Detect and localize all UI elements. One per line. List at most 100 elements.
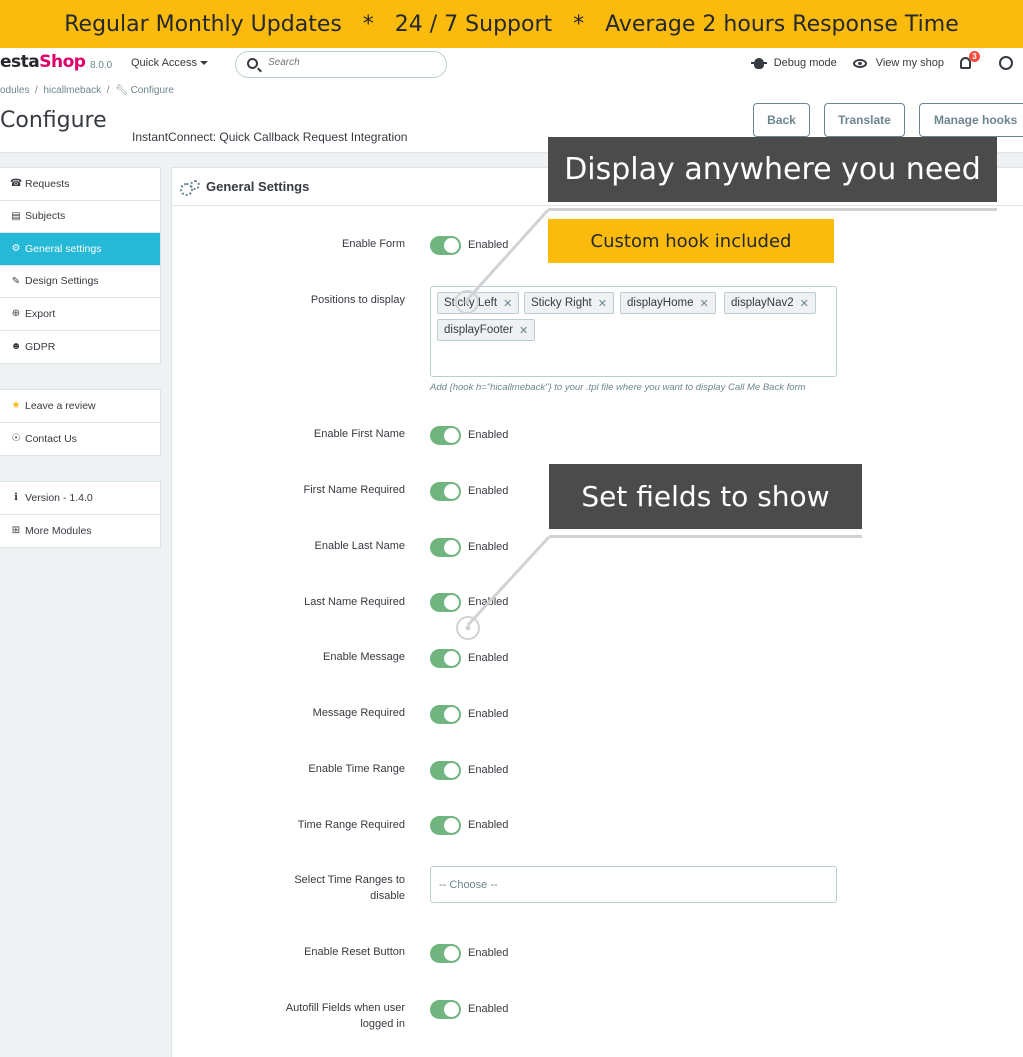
message-required-label: Message Required xyxy=(312,707,405,719)
tag-sticky-left: Sticky Left ✕ xyxy=(437,292,520,314)
phone-icon: ☎ xyxy=(10,178,23,190)
enable-first-name-toggle[interactable] xyxy=(430,426,461,445)
enable-reset-state: Enabled xyxy=(468,947,509,959)
star-icon: ★ xyxy=(11,400,21,412)
sidebar-item-design-settings[interactable]: ✎ Design Settings xyxy=(0,266,160,298)
breadcrumb-current: Configure xyxy=(130,85,174,96)
export-icon: ⊕ xyxy=(11,308,21,320)
sidebar-item-requests[interactable]: ☎ Requests xyxy=(0,168,160,201)
time-range-required-label: Time Range Required xyxy=(297,819,405,831)
search-box[interactable] xyxy=(235,51,447,78)
enable-first-name-state: Enabled xyxy=(468,429,509,441)
tag-display-home: displayHome ✕ xyxy=(620,292,716,314)
enable-time-range-label: Enable Time Range xyxy=(308,763,405,775)
enable-form-toggle[interactable] xyxy=(430,236,461,255)
sidebar-item-leave-review[interactable]: ★ Leave a review xyxy=(0,390,160,423)
wrench-icon: 🔧︎ xyxy=(115,85,128,96)
promo-banner: Regular Monthly Updates * 24 / 7 Support… xyxy=(0,0,1023,48)
autofill-label: Autofill Fields when user logged in xyxy=(285,1002,405,1030)
remove-tag-icon[interactable]: ✕ xyxy=(598,297,607,310)
notification-badge: 3 xyxy=(969,51,980,62)
autofill-toggle[interactable] xyxy=(430,1000,461,1019)
remove-tag-icon[interactable]: ✕ xyxy=(699,297,708,310)
book-icon: ▤ xyxy=(11,210,21,222)
version-label: 8.0.0 xyxy=(90,60,113,71)
last-name-required-label: Last Name Required xyxy=(304,596,405,608)
positions-help-text: Add {hook h="hicallmeback"} to your .tpl… xyxy=(430,382,806,393)
user-icon: ☻ xyxy=(10,341,22,353)
notifications-button[interactable]: 3 xyxy=(960,51,983,69)
enable-first-name-label: Enable First Name xyxy=(313,428,405,440)
enable-message-state: Enabled xyxy=(468,652,509,664)
enable-last-name-toggle[interactable] xyxy=(430,538,461,557)
tag-display-nav2: displayNav2 ✕ xyxy=(724,292,816,314)
message-required-state: Enabled xyxy=(468,708,509,720)
gears-icon xyxy=(180,179,200,196)
lifebuoy-icon: ☉ xyxy=(11,433,21,445)
enable-last-name-state: Enabled xyxy=(468,541,509,553)
sidebar-item-contact-us[interactable]: ☉ Contact Us xyxy=(0,423,160,456)
tag-sticky-right: Sticky Right ✕ xyxy=(524,292,614,314)
search-icon xyxy=(247,58,258,69)
remove-tag-icon[interactable]: ✕ xyxy=(519,324,528,337)
sidebar-about-group: ℹ Version - 1.4.0 ⊞ More Modules xyxy=(0,481,161,548)
callout-display-anywhere: Display anywhere you need xyxy=(548,137,997,202)
sidebar-item-more-modules[interactable]: ⊞ More Modules xyxy=(0,515,160,548)
page-title: Configure xyxy=(0,108,107,133)
account-button[interactable] xyxy=(999,56,1013,70)
first-name-required-toggle[interactable] xyxy=(430,482,461,501)
breadcrumb-modules[interactable]: odules xyxy=(0,85,29,96)
breadcrumb: odules / hicallmeback / 🔧︎ Configure xyxy=(0,85,174,96)
enable-time-range-toggle[interactable] xyxy=(430,761,461,780)
manage-hooks-button[interactable]: Manage hooks xyxy=(919,103,1023,137)
remove-tag-icon[interactable]: ✕ xyxy=(503,297,512,310)
autofill-state: Enabled xyxy=(468,1003,509,1015)
breadcrumb-module[interactable]: hicallmeback xyxy=(43,85,101,96)
caret-down-icon xyxy=(200,61,209,66)
sidebar-main-group: ☎ Requests ▤ Subjects ⚙ General settings ✎ D… xyxy=(0,167,161,364)
callout-underline xyxy=(548,208,997,211)
remove-tag-icon[interactable]: ✕ xyxy=(800,297,809,310)
enable-last-name-label: Enable Last Name xyxy=(314,540,406,552)
enable-reset-toggle[interactable] xyxy=(430,944,461,963)
quick-access-menu[interactable]: Quick Access xyxy=(131,57,209,69)
sidebar-item-gdpr[interactable]: ☻ GDPR xyxy=(0,331,160,364)
time-ranges-select[interactable]: -- Choose -- xyxy=(430,866,837,903)
module-sidebar: ☎ Requests ▤ Subjects ⚙ General settings ✎ D… xyxy=(0,167,161,573)
positions-tag-input[interactable]: Sticky Left ✕ Sticky Right ✕ displayHome ✕ … xyxy=(430,286,837,377)
bell-icon: 3 xyxy=(960,51,980,69)
sidebar-support-group: ★ Leave a review ☉ Contact Us xyxy=(0,389,161,456)
top-right-actions: Debug mode View my shop 3 xyxy=(750,51,1023,70)
sidebar-item-subjects[interactable]: ▤ Subjects xyxy=(0,201,160,233)
search-input[interactable] xyxy=(268,57,438,68)
first-name-required-label: First Name Required xyxy=(303,484,405,496)
debug-mode-link[interactable]: Debug mode xyxy=(750,57,837,69)
enable-reset-label: Enable Reset Button xyxy=(304,946,405,958)
positions-label: Positions to display xyxy=(310,294,405,306)
info-icon: ℹ xyxy=(14,492,18,504)
logo[interactable]: estaShop xyxy=(0,52,86,72)
last-name-required-state: Enabled xyxy=(468,596,509,608)
sidebar-item-export[interactable]: ⊕ Export xyxy=(0,298,160,331)
enable-form-state: Enabled xyxy=(468,239,509,251)
bug-icon xyxy=(750,57,767,69)
callout-set-fields: Set fields to show xyxy=(549,464,862,529)
view-shop-link[interactable]: View my shop xyxy=(852,57,944,69)
user-icon xyxy=(999,56,1013,70)
translate-button[interactable]: Translate xyxy=(824,103,905,137)
enable-message-toggle[interactable] xyxy=(430,649,461,668)
enable-message-label: Enable Message xyxy=(323,651,405,663)
select-time-ranges-label: Select Time Ranges to disable xyxy=(294,874,405,902)
top-bar: estaShop 8.0.0 Quick Access Debug mode V… xyxy=(0,48,1023,82)
gear-icon: ⚙ xyxy=(11,243,21,255)
brush-icon: ✎ xyxy=(11,275,21,287)
sidebar-item-version: ℹ Version - 1.4.0 xyxy=(0,482,160,515)
plus-square-icon: ⊞ xyxy=(11,525,21,537)
sidebar-item-general-settings[interactable]: ⚙ General settings xyxy=(0,233,160,266)
back-button[interactable]: Back xyxy=(753,103,810,137)
time-range-required-toggle[interactable] xyxy=(430,816,461,835)
enable-form-label: Enable Form xyxy=(342,238,405,250)
time-range-required-state: Enabled xyxy=(468,819,509,831)
message-required-toggle[interactable] xyxy=(430,705,461,724)
last-name-required-toggle[interactable] xyxy=(430,593,461,612)
